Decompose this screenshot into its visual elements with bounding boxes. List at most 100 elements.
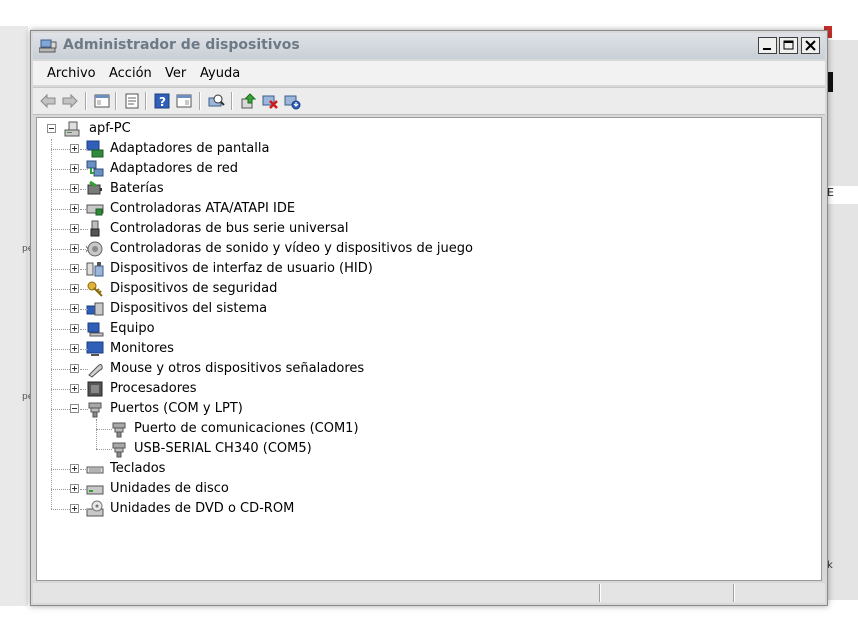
- tree-connector-line: [96, 419, 97, 449]
- tree-category-4[interactable]: Controladoras de bus serie universal: [70, 219, 630, 239]
- background-fragment: E: [824, 186, 858, 204]
- tree-child-13-1[interactable]: USB-SERIAL CH340 (COM5): [94, 439, 654, 459]
- maximize-icon: [783, 40, 794, 50]
- device-manager-icon: [39, 39, 57, 53]
- tree-item-label: Puertos (COM y LPT): [110, 401, 243, 416]
- display-adapter-icon: [86, 140, 104, 158]
- tree-connector-line: [80, 229, 88, 230]
- tree-category-6[interactable]: Dispositivos de interfaz de usuario (HID…: [70, 259, 630, 279]
- forward-icon[interactable]: [61, 92, 79, 110]
- tree-connector-line: [80, 389, 88, 390]
- expand-toggle[interactable]: [70, 364, 79, 373]
- tree-connector-line: [80, 189, 88, 190]
- expand-toggle[interactable]: [70, 164, 79, 173]
- tree-root[interactable]: apf-PC: [47, 119, 247, 139]
- computer-icon: [87, 322, 104, 337]
- action-pane-icon[interactable]: [175, 92, 193, 110]
- port-icon: [88, 402, 102, 418]
- tree-category-10[interactable]: Monitores: [70, 339, 630, 359]
- tree-item-label: USB-SERIAL CH340 (COM5): [134, 441, 312, 456]
- tree-category-16[interactable]: Unidades de DVD o CD-ROM: [70, 499, 630, 519]
- toolbar-separator: [115, 92, 117, 110]
- menu-ayuda[interactable]: Ayuda: [200, 66, 240, 81]
- sound-icon: [86, 241, 103, 257]
- expand-toggle[interactable]: [70, 204, 79, 213]
- expand-toggle[interactable]: [70, 324, 79, 333]
- device-tree[interactable]: apf-PC Adaptadores de pantalla Adaptadore…: [36, 117, 822, 581]
- tree-connector-line: [96, 429, 112, 430]
- collapse-toggle[interactable]: [70, 404, 79, 413]
- expand-toggle[interactable]: [70, 464, 79, 473]
- collapse-toggle[interactable]: [47, 124, 56, 133]
- tree-connector-line: [51, 229, 70, 230]
- tree-connector-line: [51, 209, 70, 210]
- tree-child-13-0[interactable]: Puerto de comunicaciones (COM1): [94, 419, 654, 439]
- tree-connector-line: [80, 349, 88, 350]
- usb-icon: [90, 220, 100, 237]
- toolbar: ?: [33, 87, 825, 115]
- expand-toggle[interactable]: [70, 244, 79, 253]
- system-device-icon: [86, 302, 104, 316]
- expand-toggle[interactable]: [70, 504, 79, 513]
- tree-category-1[interactable]: Adaptadores de red: [70, 159, 630, 179]
- tree-category-3[interactable]: Controladoras ATA/ATAPI IDE: [70, 199, 630, 219]
- expand-toggle[interactable]: [70, 184, 79, 193]
- tree-category-7[interactable]: Dispositivos de seguridad: [70, 279, 630, 299]
- close-button[interactable]: [801, 37, 820, 54]
- tree-connector-line: [80, 369, 88, 370]
- tree-item-label: Controladoras ATA/ATAPI IDE: [110, 201, 296, 216]
- tree-category-2[interactable]: Baterías: [70, 179, 630, 199]
- uninstall-icon[interactable]: [261, 92, 279, 110]
- tree-category-9[interactable]: Equipo: [70, 319, 630, 339]
- show-hide-tree-icon[interactable]: [93, 92, 111, 110]
- svg-text:?: ?: [159, 95, 166, 109]
- menu-accion[interactable]: Acción: [109, 66, 152, 81]
- toolbar-separator: [85, 92, 87, 110]
- expand-toggle[interactable]: [70, 344, 79, 353]
- update-driver-icon[interactable]: [239, 92, 257, 110]
- tree-item-label: Monitores: [110, 341, 174, 356]
- tree-item-label: Mouse y otros dispositivos señaladores: [110, 361, 365, 376]
- tree-category-0[interactable]: Adaptadores de pantalla: [70, 139, 630, 159]
- expand-toggle[interactable]: [70, 484, 79, 493]
- minimize-button[interactable]: [758, 37, 777, 54]
- port-icon: [112, 442, 126, 458]
- expand-toggle[interactable]: [70, 284, 79, 293]
- properties-icon[interactable]: [123, 92, 141, 110]
- network-adapter-icon: [86, 160, 104, 177]
- title-bar[interactable]: Administrador de dispositivos: [33, 33, 825, 59]
- minimize-icon: [763, 48, 771, 50]
- tree-connector-line: [51, 149, 70, 150]
- back-icon[interactable]: [39, 92, 57, 110]
- tree-category-13[interactable]: Puertos (COM y LPT): [70, 399, 630, 419]
- status-bar: [33, 583, 825, 603]
- tree-category-11[interactable]: Mouse y otros dispositivos señaladores: [70, 359, 630, 379]
- help-icon[interactable]: ?: [153, 92, 171, 110]
- toolbar-separator: [145, 92, 147, 110]
- tree-item-label: Adaptadores de pantalla: [110, 141, 270, 156]
- menu-ver[interactable]: Ver: [165, 66, 186, 81]
- menu-archivo[interactable]: Archivo: [47, 66, 96, 81]
- tree-category-12[interactable]: Procesadores: [70, 379, 630, 399]
- keyboard-icon: [86, 466, 104, 474]
- tree-connector-line: [80, 169, 88, 170]
- scan-hardware-icon[interactable]: [207, 92, 225, 110]
- expand-toggle[interactable]: [70, 144, 79, 153]
- tree-category-14[interactable]: Teclados: [70, 459, 630, 479]
- monitor-icon: [86, 341, 104, 356]
- expand-toggle[interactable]: [70, 384, 79, 393]
- tree-category-15[interactable]: Unidades de disco: [70, 479, 630, 499]
- tree-category-8[interactable]: Dispositivos del sistema: [70, 299, 630, 319]
- status-divider: [599, 584, 601, 602]
- disable-icon[interactable]: [283, 92, 301, 110]
- expand-toggle[interactable]: [70, 224, 79, 233]
- expand-toggle[interactable]: [70, 264, 79, 273]
- background-fragment: k: [827, 560, 833, 571]
- tree-item-label: Procesadores: [110, 381, 197, 396]
- mouse-icon: [88, 364, 103, 378]
- expand-toggle[interactable]: [70, 304, 79, 313]
- menu-bar: Archivo Acción Ver Ayuda: [33, 61, 825, 85]
- tree-category-5[interactable]: Controladoras de sonido y vídeo y dispos…: [70, 239, 630, 259]
- maximize-button[interactable]: [779, 37, 798, 54]
- port-icon: [112, 422, 126, 438]
